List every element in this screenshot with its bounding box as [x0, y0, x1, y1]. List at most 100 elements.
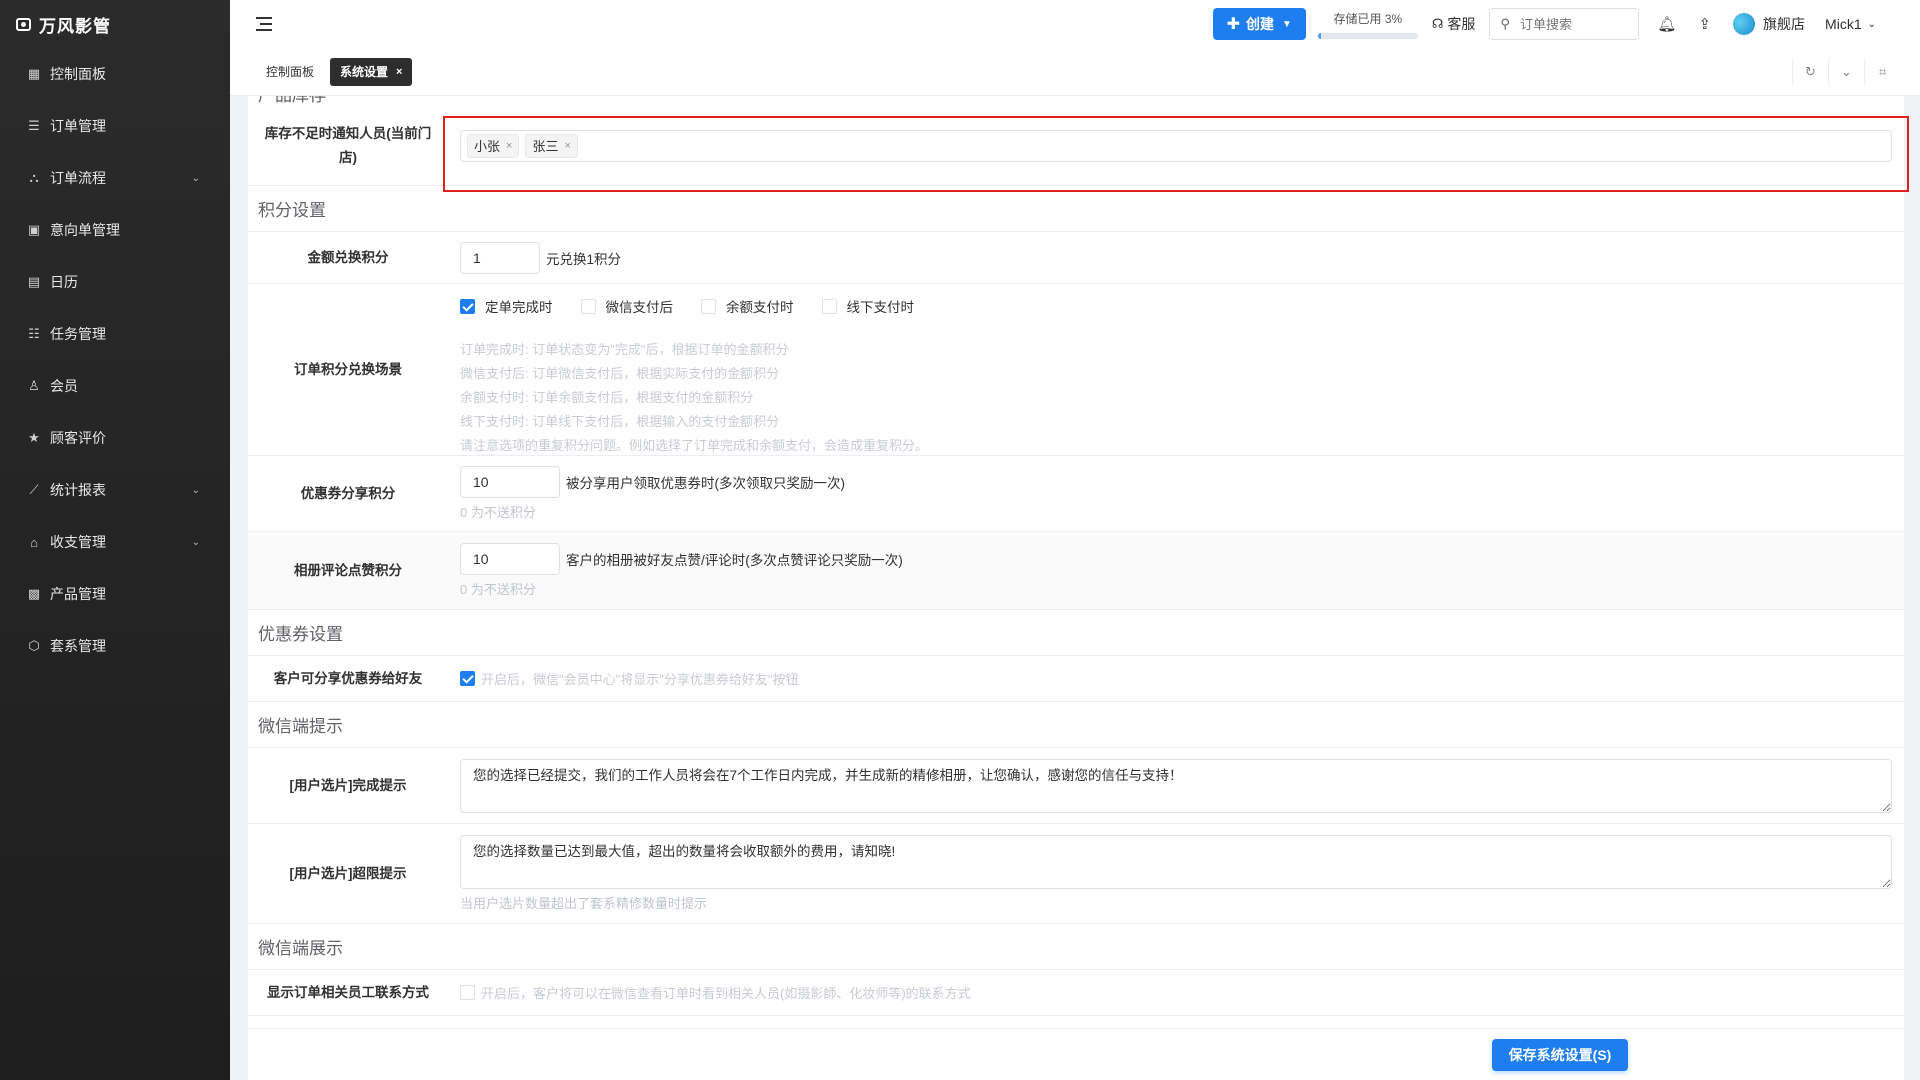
sidebar-item-dashboard[interactable]: ▦ 控制面板	[0, 48, 230, 100]
chevron-down-icon[interactable]: ⌄	[1828, 57, 1864, 86]
order-scene-label: 订单积分兑换场景	[294, 361, 402, 377]
chevron-down-icon: ⌄	[1867, 18, 1876, 30]
camera-icon	[16, 17, 31, 31]
select-limit-textarea[interactable]	[460, 835, 1892, 889]
checkbox-wechat-pay[interactable]: 微信支付后	[580, 296, 673, 316]
bank-icon: ⌂	[30, 534, 38, 550]
stock-notify-value: 小张 × 张三 ×	[448, 106, 1904, 185]
customer-service-link[interactable]: ☊ 客服	[1432, 14, 1476, 34]
select-limit-label: [用户选片]超限提示	[289, 865, 407, 881]
coupon-share-points-suffix: 被分享用户领取优惠券时(多次领取只奖励一次)	[566, 476, 845, 491]
sidebar-item-orders[interactable]: ☰ 订单管理	[0, 100, 230, 152]
checkbox-coupon-share[interactable]: 开启后，微信"会员中心"将显示"分享优惠券给好友"按钮	[460, 669, 1864, 688]
album-points-input[interactable]	[460, 543, 560, 575]
sidebar: 万风影管 ▦ 控制面板 ☰ 订单管理 ⛬ 订单流程 ⌄ ▣ 意向单管理 ▤ 日历 ☷ 任务管理…	[0, 0, 230, 1080]
calendar-icon: ▤	[27, 274, 41, 289]
order-search[interactable]: ⚲	[1489, 8, 1640, 40]
close-icon[interactable]: ×	[506, 140, 512, 152]
amount-exchange-suffix: 元兑换1积分	[546, 251, 622, 267]
close-icon[interactable]: ×	[564, 140, 570, 152]
select-done-textarea[interactable]	[460, 758, 1892, 813]
coupon-share-label: 客户可分享优惠券给好友	[273, 670, 423, 686]
coupon-share-row: 客户可分享优惠券给好友 开启后，微信"会员中心"将显示"分享优惠券给好友"按钮	[248, 656, 1904, 702]
coupon-share-points-row: 优惠券分享积分 被分享用户领取优惠券时(多次领取只奖励一次) 0 为不送积分	[248, 456, 1904, 532]
top-bar: ✚ 创建 ▼ 存储已用 3% ☊ 客服 ⚲ 🔔︎ ⇪ 旗舰店 Mick1 ⌄	[230, 0, 1920, 48]
fullscreen-icon[interactable]: ⌗	[1864, 57, 1900, 86]
album-points-hint: 0 为不送积分	[460, 582, 536, 597]
checkbox[interactable]	[460, 298, 475, 314]
partial-section-title: 产品库存	[248, 96, 1904, 106]
checkbox[interactable]	[821, 298, 837, 314]
brand[interactable]: 万风影管	[0, 0, 230, 48]
close-icon[interactable]: ×	[396, 66, 402, 78]
stock-notify-row: 库存不足时通知人员(当前门店) 小张 × 张三 ×	[248, 106, 1904, 186]
list-icon: ☰	[28, 118, 40, 133]
search-input[interactable]	[1519, 16, 1620, 32]
sidebar-item-reviews[interactable]: ★ 顾客评价	[0, 412, 230, 464]
user-menu[interactable]: Mick1 ⌄	[1825, 16, 1876, 32]
footer-bar: 保存系统设置(S)	[248, 1028, 1904, 1080]
sidebar-nav: ▦ 控制面板 ☰ 订单管理 ⛬ 订单流程 ⌄ ▣ 意向单管理 ▤ 日历 ☷ 任务管理 ♙ 会员 …	[0, 48, 230, 672]
menu-toggle-icon[interactable]	[256, 17, 274, 31]
checkbox-offline-pay[interactable]: 线下支付时	[821, 296, 914, 316]
checkbox[interactable]	[460, 985, 475, 1000]
stock-notify-select[interactable]: 小张 × 张三 ×	[460, 129, 1892, 162]
chevron-down-icon: ▼	[1281, 18, 1292, 30]
storage-label: 存储已用 3%	[1333, 11, 1403, 26]
coupon-share-points-label: 优惠券分享积分	[300, 485, 396, 501]
storage-usage: 存储已用 3%	[1317, 10, 1418, 39]
chevron-down-icon: ⌄	[191, 484, 200, 496]
flow-icon: ⛬	[29, 170, 39, 185]
package-icon: ⬡	[28, 638, 40, 653]
select-done-label: [用户选片]完成提示	[289, 777, 407, 793]
tab-tools: ↻ ⌄ ⌗	[1792, 57, 1920, 86]
plus-icon: ✚	[1226, 16, 1240, 33]
tag: 小张 ×	[467, 133, 520, 158]
staff-contact-label: 显示订单相关员工联系方式	[267, 984, 429, 1000]
checkbox[interactable]	[580, 298, 596, 314]
task-icon: ☷	[28, 326, 40, 341]
sidebar-item-reports[interactable]: ⟋ 统计报表 ⌄	[0, 464, 230, 516]
sidebar-item-calendar[interactable]: ▤ 日历	[0, 256, 230, 308]
wechat-tips-section-title: 微信端提示	[248, 702, 1904, 748]
headset-icon: ☊	[1431, 16, 1444, 31]
album-points-suffix: 客户的相册被好友点赞/评论时(多次点赞评论只奖励一次)	[566, 553, 903, 568]
app-name: 万风影管	[39, 16, 111, 36]
storage-progress-bar	[1317, 32, 1418, 39]
checkbox[interactable]	[460, 671, 475, 686]
tab-dashboard[interactable]: 控制面板	[256, 58, 324, 86]
sidebar-item-intent-orders[interactable]: ▣ 意向单管理	[0, 204, 230, 256]
grid-icon: ▦	[27, 66, 41, 81]
create-button[interactable]: ✚ 创建 ▼	[1212, 8, 1306, 40]
settings-content: 产品库存 库存不足时通知人员(当前门店) 小张× 张三× 积分设置 金额兑换积分…	[248, 96, 1904, 1080]
checkbox[interactable]	[701, 298, 716, 314]
select-limit-hint: 当用户选片数量超出了套系精修数量时提示	[460, 896, 708, 911]
chevron-down-icon: ⌄	[191, 536, 200, 548]
search-icon: ⚲	[1500, 16, 1510, 31]
chevron-down-icon: ⌄	[191, 172, 200, 184]
coupon-share-points-input[interactable]	[460, 466, 560, 498]
store-switcher[interactable]: 旗舰店	[1733, 13, 1805, 35]
save-settings-button[interactable]: 保存系统设置(S)	[1492, 1039, 1628, 1071]
coupon-share-points-hint: 0 为不送积分	[460, 505, 536, 520]
user-icon: ♙	[28, 378, 40, 393]
sidebar-item-tasks[interactable]: ☷ 任务管理	[0, 308, 230, 360]
sidebar-item-finance[interactable]: ⌂ 收支管理 ⌄	[0, 516, 230, 568]
checkbox-order-complete[interactable]: 定单完成时	[460, 296, 553, 316]
tab-system-settings[interactable]: 系统设置 ×	[330, 57, 413, 86]
product-icon: ▩	[27, 586, 41, 601]
amount-exchange-input[interactable]	[460, 241, 540, 274]
upload-icon[interactable]: ⇪	[1698, 15, 1711, 33]
storage-progress-fill	[1317, 32, 1321, 39]
sidebar-item-products[interactable]: ▩ 产品管理	[0, 568, 230, 620]
sidebar-item-members[interactable]: ♙ 会员	[0, 360, 230, 412]
bell-icon[interactable]: 🔔︎	[1657, 15, 1676, 33]
checkbox-staff-contact[interactable]: 开启后，客户将可以在微信查看订单时看到相关人员(如摄影師、化妆师等)的联系方式	[460, 983, 1864, 1002]
sidebar-item-packages[interactable]: ⬡ 套系管理	[0, 620, 230, 672]
tabs-bar: 控制面板 系统设置 × ↻ ⌄ ⌗	[230, 48, 1920, 96]
album-points-row: 相册评论点赞积分 客户的相册被好友点赞/评论时(多次点赞评论只奖励一次) 0 为…	[248, 532, 1904, 610]
select-done-row: [用户选片]完成提示	[248, 748, 1904, 824]
sidebar-item-order-flow[interactable]: ⛬ 订单流程 ⌄	[0, 152, 230, 204]
refresh-icon[interactable]: ↻	[1792, 57, 1828, 86]
checkbox-balance-pay[interactable]: 余额支付时	[701, 296, 794, 316]
